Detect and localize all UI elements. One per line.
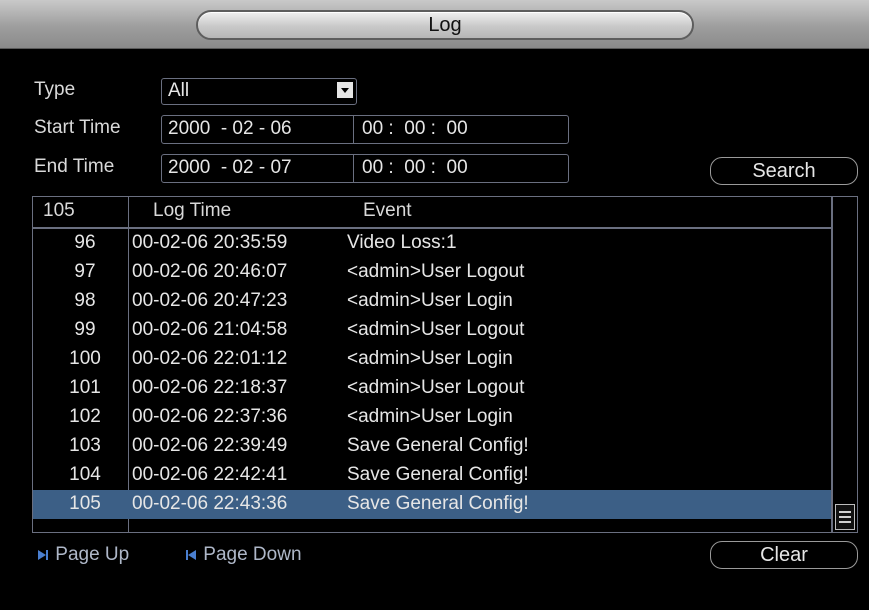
search-button[interactable]: Search — [710, 157, 858, 185]
row-event: <admin>User Logout — [347, 377, 525, 398]
row-log-time: 00-02-06 22:39:49 — [132, 435, 288, 456]
row-event: <admin>User Login — [347, 290, 513, 311]
field-divider — [353, 155, 354, 182]
page-up-button[interactable]: Page Up — [36, 544, 129, 566]
row-event: <admin>User Login — [347, 406, 513, 427]
table-header: 105 Log Time Event — [33, 197, 831, 229]
header-event[interactable]: Event — [363, 200, 412, 222]
start-time-label: Start Time — [34, 117, 121, 138]
end-time-value[interactable]: 00 : 00 : 00 — [362, 157, 468, 179]
type-label: Type — [34, 79, 76, 100]
end-date-value[interactable]: 2000 - 02 - 07 — [168, 157, 292, 179]
row-log-time: 00-02-06 20:47:23 — [132, 290, 288, 311]
row-event: <admin>User Logout — [347, 319, 525, 340]
table-body: 96 00-02-06 20:35:59 Video Loss:1 97 00-02-0… — [33, 229, 831, 519]
table-row[interactable]: 100 00-02-06 22:01:12 <admin>User Login — [33, 345, 831, 374]
row-log-time: 00-02-06 21:04:58 — [132, 319, 288, 340]
header-count: 105 — [43, 200, 75, 221]
start-time-field[interactable]: 2000 - 02 - 06 00 : 00 : 00 — [161, 115, 569, 144]
page-up-icon — [38, 549, 48, 560]
title-bar: Log — [0, 0, 869, 49]
table-row[interactable]: 98 00-02-06 20:47:23 <admin>User Login — [33, 287, 831, 316]
row-event: Save General Config! — [347, 493, 529, 514]
row-event: <admin>User Logout — [347, 261, 525, 282]
table-row[interactable]: 96 00-02-06 20:35:59 Video Loss:1 — [33, 229, 831, 258]
table-row[interactable]: 97 00-02-06 20:46:07 <admin>User Logout — [33, 258, 831, 287]
row-number: 105 — [69, 493, 101, 514]
header-log-time[interactable]: Log Time — [153, 200, 231, 222]
table-row[interactable]: 102 00-02-06 22:37:36 <admin>User Login — [33, 403, 831, 432]
row-number: 99 — [74, 319, 96, 340]
row-event: Save General Config! — [347, 464, 529, 485]
clear-button[interactable]: Clear — [710, 541, 858, 569]
row-log-time: 00-02-06 22:18:37 — [132, 377, 288, 398]
row-log-time: 00-02-06 22:42:41 — [132, 464, 288, 485]
page-down-icon — [186, 549, 196, 560]
row-number: 100 — [69, 348, 101, 369]
row-number: 98 — [74, 290, 96, 311]
row-event: Video Loss:1 — [347, 232, 457, 253]
row-event: Save General Config! — [347, 435, 529, 456]
row-number: 97 — [74, 261, 96, 282]
chevron-down-icon[interactable] — [337, 82, 353, 98]
page-down-button[interactable]: Page Down — [184, 544, 302, 566]
row-number: 102 — [69, 406, 101, 427]
row-log-time: 00-02-06 22:43:36 — [132, 493, 288, 514]
table-row[interactable]: 101 00-02-06 22:18:37 <admin>User Logout — [33, 374, 831, 403]
table-row[interactable]: 103 00-02-06 22:39:49 Save General Config! — [33, 432, 831, 461]
row-event: <admin>User Login — [347, 348, 513, 369]
field-divider — [353, 116, 354, 143]
log-table: 105 Log Time Event 96 00-02-06 20:35:59 Vi… — [32, 196, 832, 533]
type-select-value: All — [168, 80, 190, 101]
row-log-time: 00-02-06 22:01:12 — [132, 348, 288, 369]
page-down-label: Page Down — [203, 544, 302, 565]
table-row[interactable]: 104 00-02-06 22:42:41 Save General Config! — [33, 461, 831, 490]
row-number: 103 — [69, 435, 101, 456]
window-title: Log — [196, 10, 694, 40]
row-number: 96 — [74, 232, 96, 253]
row-number: 104 — [69, 464, 101, 485]
row-log-time: 00-02-06 20:35:59 — [132, 232, 288, 253]
row-log-time: 00-02-06 20:46:07 — [132, 261, 288, 282]
start-time-value[interactable]: 00 : 00 : 00 — [362, 118, 468, 140]
end-time-label: End Time — [34, 156, 115, 177]
start-date-value[interactable]: 2000 - 02 - 06 — [168, 118, 292, 140]
scrollbar[interactable] — [832, 196, 858, 533]
table-row[interactable]: 105 00-02-06 22:43:36 Save General Config! — [33, 490, 831, 519]
type-select[interactable]: All — [161, 78, 357, 105]
scrollbar-thumb[interactable] — [835, 504, 855, 530]
row-number: 101 — [69, 377, 101, 398]
table-row[interactable]: 99 00-02-06 21:04:58 <admin>User Logout — [33, 316, 831, 345]
end-time-field[interactable]: 2000 - 02 - 07 00 : 00 : 00 — [161, 154, 569, 183]
page-up-label: Page Up — [55, 544, 130, 565]
row-log-time: 00-02-06 22:37:36 — [132, 406, 288, 427]
